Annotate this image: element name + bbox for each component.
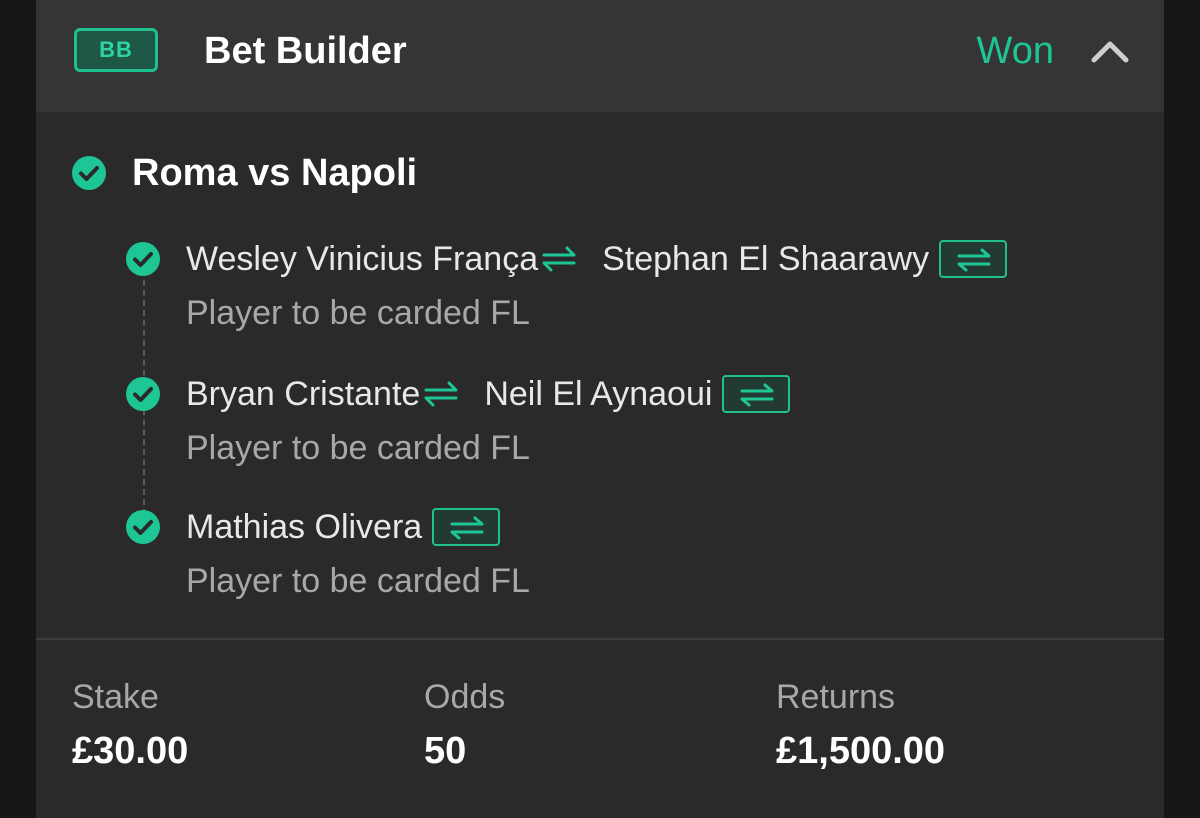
leg-selection: Wesley Vinicius França Stephan El Shaara…	[186, 237, 1008, 281]
leg-substitute-player: Stephan El Shaarawy	[602, 240, 930, 278]
substitution-icon	[540, 245, 578, 273]
match-title: Roma vs Napoli	[132, 152, 418, 194]
leg-selection: Mathias Olivera	[186, 505, 501, 549]
bet-header[interactable]: BB Bet Builder Won	[36, 0, 1164, 112]
swap-player-button[interactable]	[432, 508, 501, 546]
leg-item: Bryan Cristante Neil El Aynaoui Player t…	[36, 372, 1164, 482]
stake-label: Stake	[72, 678, 159, 716]
leg-market: Player to be carded FL	[186, 294, 530, 332]
summary-divider	[36, 638, 1164, 640]
stake-value: £30.00	[72, 730, 189, 772]
leg-player: Wesley Vinicius França	[186, 240, 539, 278]
odds-label: Odds	[424, 678, 506, 716]
returns-value: £1,500.00	[776, 730, 946, 772]
leg-substitute-player: Neil El Aynaoui	[484, 375, 713, 413]
swap-player-button[interactable]	[722, 375, 791, 413]
returns-summary: Returns £1,500.00	[776, 672, 945, 780]
swap-player-button[interactable]	[939, 240, 1008, 278]
bet-title: Bet Builder	[204, 30, 407, 72]
chevron-up-icon[interactable]	[1088, 30, 1132, 74]
odds-summary: Odds 50	[424, 672, 505, 780]
bet-card: BB Bet Builder Won Roma vs Napoli Wesley…	[36, 0, 1164, 818]
leg-check-icon	[125, 376, 161, 412]
bet-status: Won	[976, 30, 1054, 72]
leg-item: Mathias Olivera Player to be carded FL	[36, 505, 1164, 615]
match-check-icon	[71, 155, 107, 191]
leg-player: Bryan Cristante	[186, 375, 421, 413]
leg-player: Mathias Olivera	[186, 508, 423, 546]
leg-check-icon	[125, 509, 161, 545]
leg-market: Player to be carded FL	[186, 429, 530, 467]
returns-label: Returns	[776, 678, 896, 716]
bet-builder-badge: BB	[74, 28, 158, 72]
leg-check-icon	[125, 241, 161, 277]
leg-market: Player to be carded FL	[186, 562, 530, 600]
stake-summary: Stake £30.00	[72, 672, 188, 780]
odds-value: 50	[424, 730, 467, 772]
leg-selection: Bryan Cristante Neil El Aynaoui	[186, 372, 791, 416]
substitution-icon	[422, 380, 460, 408]
leg-item: Wesley Vinicius França Stephan El Shaara…	[36, 237, 1164, 347]
